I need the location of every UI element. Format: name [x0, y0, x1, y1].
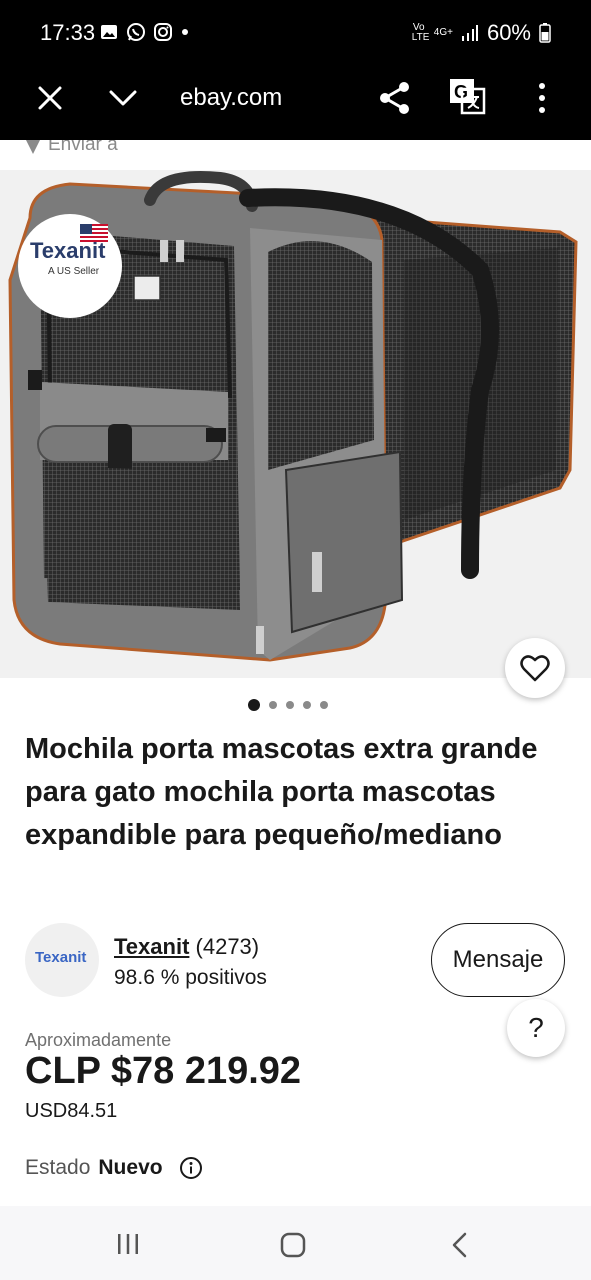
network-type: 4G+	[433, 27, 453, 38]
whatsapp-icon	[127, 23, 145, 41]
seller-avatar[interactable]: Texanit	[25, 923, 99, 997]
status-time: 17:33	[40, 20, 96, 45]
instagram-icon	[154, 23, 172, 41]
info-icon[interactable]	[179, 1156, 203, 1180]
brand-badge-sub: A US Seller	[48, 266, 100, 277]
carousel-dot[interactable]	[320, 701, 328, 709]
price-usd: USD84.51	[25, 1100, 118, 1122]
translate-icon[interactable]: G	[448, 77, 486, 115]
price-value: CLP $78 219.92	[25, 1050, 302, 1092]
carousel-dot[interactable]	[269, 701, 277, 709]
carousel-dot-active[interactable]	[248, 699, 260, 711]
dot-icon	[182, 29, 188, 35]
seller-avatar-text: Texanit	[35, 949, 87, 966]
location-pin-icon	[26, 140, 40, 154]
back-icon[interactable]	[450, 1232, 470, 1258]
status-notification-icons	[100, 22, 190, 42]
carousel-dot[interactable]	[286, 701, 294, 709]
volte-indicator: Vo LTE	[411, 22, 430, 43]
message-seller-button[interactable]: Mensaje	[431, 923, 565, 997]
seller-feedback-count: (4273)	[195, 934, 260, 959]
ship-to-label: Enviar a	[48, 140, 118, 155]
share-icon[interactable]	[378, 80, 412, 116]
condition-value: Nuevo	[98, 1156, 163, 1179]
condition-row: Estado Nuevo	[25, 1156, 203, 1180]
browser-toolbar: ebay.com G	[0, 68, 591, 140]
system-nav-bar	[0, 1206, 591, 1280]
url-display[interactable]: ebay.com	[180, 84, 282, 112]
seller-name-link[interactable]: Texanit	[114, 934, 189, 959]
more-options-icon[interactable]	[530, 80, 554, 116]
status-right: Vo LTE 4G+ 60%	[412, 20, 551, 46]
product-title: Mochila porta mascotas extra grande para…	[25, 733, 538, 851]
carousel-dot[interactable]	[303, 701, 311, 709]
battery-icon	[539, 23, 551, 43]
recent-apps-icon[interactable]	[116, 1232, 140, 1256]
price-approx-label: Aproximadamente	[25, 1030, 172, 1050]
close-icon[interactable]	[34, 82, 66, 114]
chevron-down-icon[interactable]	[106, 82, 140, 114]
seller-name[interactable]: Texanit (4273)	[114, 934, 259, 960]
carousel-dots	[248, 699, 328, 711]
condition-label: Estado	[25, 1156, 91, 1179]
image-icon	[101, 25, 117, 39]
signal-icon	[461, 25, 478, 41]
watchlist-heart-button[interactable]	[505, 638, 565, 698]
help-button[interactable]: ?	[507, 999, 565, 1057]
battery-percent: 60%	[486, 20, 531, 45]
status-bar: 17:33 Vo LTE 4G+ 60%	[0, 0, 591, 68]
brand-badge: Texanit A US Seller	[18, 214, 122, 318]
heart-icon	[520, 655, 550, 682]
product-image[interactable]: Texanit A US Seller	[0, 170, 591, 678]
ship-to-strip[interactable]: Enviar a	[0, 140, 591, 168]
seller-score: 98.6 % positivos	[114, 966, 267, 989]
home-icon[interactable]	[280, 1232, 306, 1258]
brand-badge-name: Texanit	[30, 238, 106, 263]
